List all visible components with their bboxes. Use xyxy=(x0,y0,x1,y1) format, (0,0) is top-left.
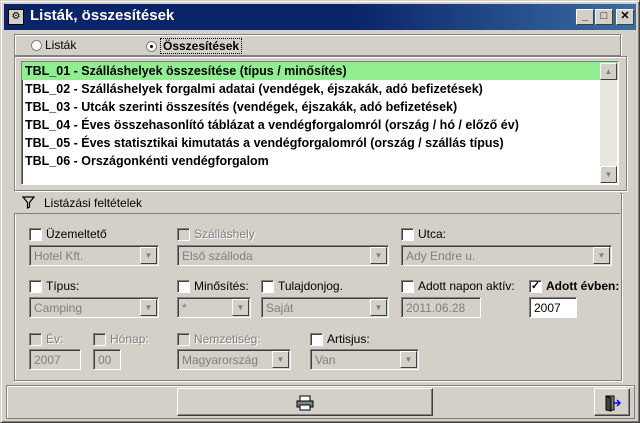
button-bar xyxy=(6,385,635,419)
street-checkbox[interactable]: Utca: xyxy=(401,227,446,241)
ownership-checkbox-box[interactable] xyxy=(261,279,274,293)
chevron-down-icon[interactable]: ▼ xyxy=(370,299,387,316)
maximize-button[interactable]: □ xyxy=(595,9,613,25)
ownership-select[interactable]: Saját ▼ xyxy=(261,297,389,318)
chevron-down-icon[interactable]: ▼ xyxy=(232,299,249,316)
ownership-checkbox[interactable]: Tulajdonjog. xyxy=(261,279,343,293)
operator-checkbox[interactable]: Üzemeltető xyxy=(29,227,107,241)
active-date-checkbox[interactable]: Adott napon aktív: xyxy=(401,279,515,293)
year-label: Év: xyxy=(46,332,64,346)
active-date-field[interactable]: 2011.06.28 xyxy=(401,297,481,318)
artisjus-label[interactable]: Artisjus: xyxy=(327,332,370,346)
report-list-item[interactable]: TBL_06 - Országonkénti vendégforgalom xyxy=(22,152,618,170)
ownership-label[interactable]: Tulajdonjog. xyxy=(278,279,343,293)
radio-lists-indicator[interactable] xyxy=(31,39,42,51)
operator-label[interactable]: Üzemeltető xyxy=(46,227,107,241)
radio-lists[interactable]: Listák xyxy=(31,38,76,52)
month-label: Hónap: xyxy=(110,332,149,346)
year-given-label[interactable]: Adott évben: xyxy=(546,279,619,293)
artisjus-value: Van xyxy=(315,353,336,367)
nationality-value: Magyarország xyxy=(182,353,259,367)
accommodation-value: Első szálloda xyxy=(182,249,253,263)
report-listbox[interactable]: TBL_01 - Szálláshelyek összesítése (típu… xyxy=(21,61,619,185)
street-select[interactable]: Ady Endre u. ▼ xyxy=(401,245,612,266)
chevron-down-icon[interactable]: ▼ xyxy=(593,247,610,264)
scroll-down-button[interactable]: ▼ xyxy=(600,166,617,183)
year-given-checkbox[interactable]: ✓ Adott évben: xyxy=(529,279,619,293)
nationality-checkbox: Nemzetiség: xyxy=(177,332,261,346)
window-title: Listák, összesítések xyxy=(30,7,175,24)
title-bar[interactable]: ⚙ Listák, összesítések _ □ ✕ xyxy=(4,4,636,30)
report-list-item[interactable]: TBL_02 - Szálláshelyek forgalmi adatai (… xyxy=(22,80,618,98)
type-value: Camping xyxy=(34,301,83,315)
accommodation-checkbox-box xyxy=(177,227,190,241)
year-given-checkbox-box[interactable]: ✓ xyxy=(529,279,542,293)
street-value: Ady Endre u. xyxy=(406,249,476,263)
exit-door-icon xyxy=(605,395,622,412)
accommodation-label: Szálláshely xyxy=(194,227,255,241)
chevron-down-icon[interactable]: ▼ xyxy=(140,247,157,264)
active-date-label[interactable]: Adott napon aktív: xyxy=(418,279,515,293)
minimize-button[interactable]: _ xyxy=(576,9,594,25)
month-checkbox: Hónap: xyxy=(93,332,149,346)
artisjus-select[interactable]: Van ▼ xyxy=(310,349,419,370)
year-field: 2007 xyxy=(29,349,81,370)
month-checkbox-box xyxy=(93,332,106,346)
year-given-field[interactable]: 2007 xyxy=(529,297,577,318)
report-list-item[interactable]: TBL_01 - Szálláshelyek összesítése (típu… xyxy=(22,62,618,80)
print-button[interactable] xyxy=(177,388,433,416)
street-checkbox-box[interactable] xyxy=(401,227,414,241)
type-checkbox-box[interactable] xyxy=(29,279,42,293)
radio-summaries[interactable]: Összesítések xyxy=(146,38,243,54)
street-label[interactable]: Utca: xyxy=(418,227,446,241)
mode-group xyxy=(14,34,621,56)
type-label[interactable]: Típus: xyxy=(46,279,79,293)
operator-value: Hotel Kft. xyxy=(34,249,84,263)
rating-checkbox-box[interactable] xyxy=(177,279,190,293)
accommodation-select[interactable]: Első szálloda ▼ xyxy=(177,245,389,266)
rating-value: * xyxy=(182,301,187,315)
month-field: 00 xyxy=(93,349,121,370)
ownership-value: Saját xyxy=(266,301,294,315)
funnel-icon xyxy=(21,196,36,212)
report-list-item[interactable]: TBL_05 - Éves statisztikai kimutatás a v… xyxy=(22,134,618,152)
report-list-item[interactable]: TBL_04 - Éves összehasonlító táblázat a … xyxy=(22,116,618,134)
operator-select[interactable]: Hotel Kft. ▼ xyxy=(29,245,159,266)
chevron-down-icon[interactable]: ▼ xyxy=(370,247,387,264)
report-list-scrollbar[interactable]: ▲ ▼ xyxy=(600,63,617,183)
nationality-select[interactable]: Magyarország ▼ xyxy=(177,349,291,370)
exit-button[interactable] xyxy=(594,388,630,416)
scroll-up-button[interactable]: ▲ xyxy=(600,63,617,80)
nationality-checkbox-box xyxy=(177,332,190,346)
filter-header: Listázási feltételek xyxy=(14,193,620,214)
rating-checkbox[interactable]: Minősítés: xyxy=(177,279,249,293)
type-select[interactable]: Camping ▼ xyxy=(29,297,159,318)
radio-lists-label[interactable]: Listák xyxy=(45,38,76,52)
operator-checkbox-box[interactable] xyxy=(29,227,42,241)
filter-header-label: Listázási feltételek xyxy=(44,196,143,210)
radio-summaries-label[interactable]: Összesítések xyxy=(160,38,243,54)
accommodation-checkbox[interactable]: Szálláshely xyxy=(177,227,255,241)
artisjus-checkbox[interactable]: Artisjus: xyxy=(310,332,370,346)
chevron-down-icon[interactable]: ▼ xyxy=(400,351,417,368)
report-list-item[interactable]: TBL_03 - Utcák szerinti összesítés (vend… xyxy=(22,98,618,116)
nationality-label: Nemzetiség: xyxy=(194,332,261,346)
type-checkbox[interactable]: Típus: xyxy=(29,279,79,293)
chevron-down-icon[interactable]: ▼ xyxy=(140,299,157,316)
active-date-checkbox-box[interactable] xyxy=(401,279,414,293)
artisjus-checkbox-box[interactable] xyxy=(310,332,323,346)
year-checkbox-box xyxy=(29,332,42,346)
printer-icon xyxy=(296,395,314,411)
close-button[interactable]: ✕ xyxy=(616,9,634,25)
rating-label[interactable]: Minősítés: xyxy=(194,279,249,293)
chevron-down-icon[interactable]: ▼ xyxy=(272,351,289,368)
year-checkbox: Év: xyxy=(29,332,63,346)
rating-select[interactable]: * ▼ xyxy=(177,297,251,318)
radio-summaries-indicator[interactable] xyxy=(146,40,157,52)
app-icon[interactable]: ⚙ xyxy=(8,9,24,25)
report-window: ⚙ Listák, összesítések _ □ ✕ Listák Össz… xyxy=(0,0,640,423)
